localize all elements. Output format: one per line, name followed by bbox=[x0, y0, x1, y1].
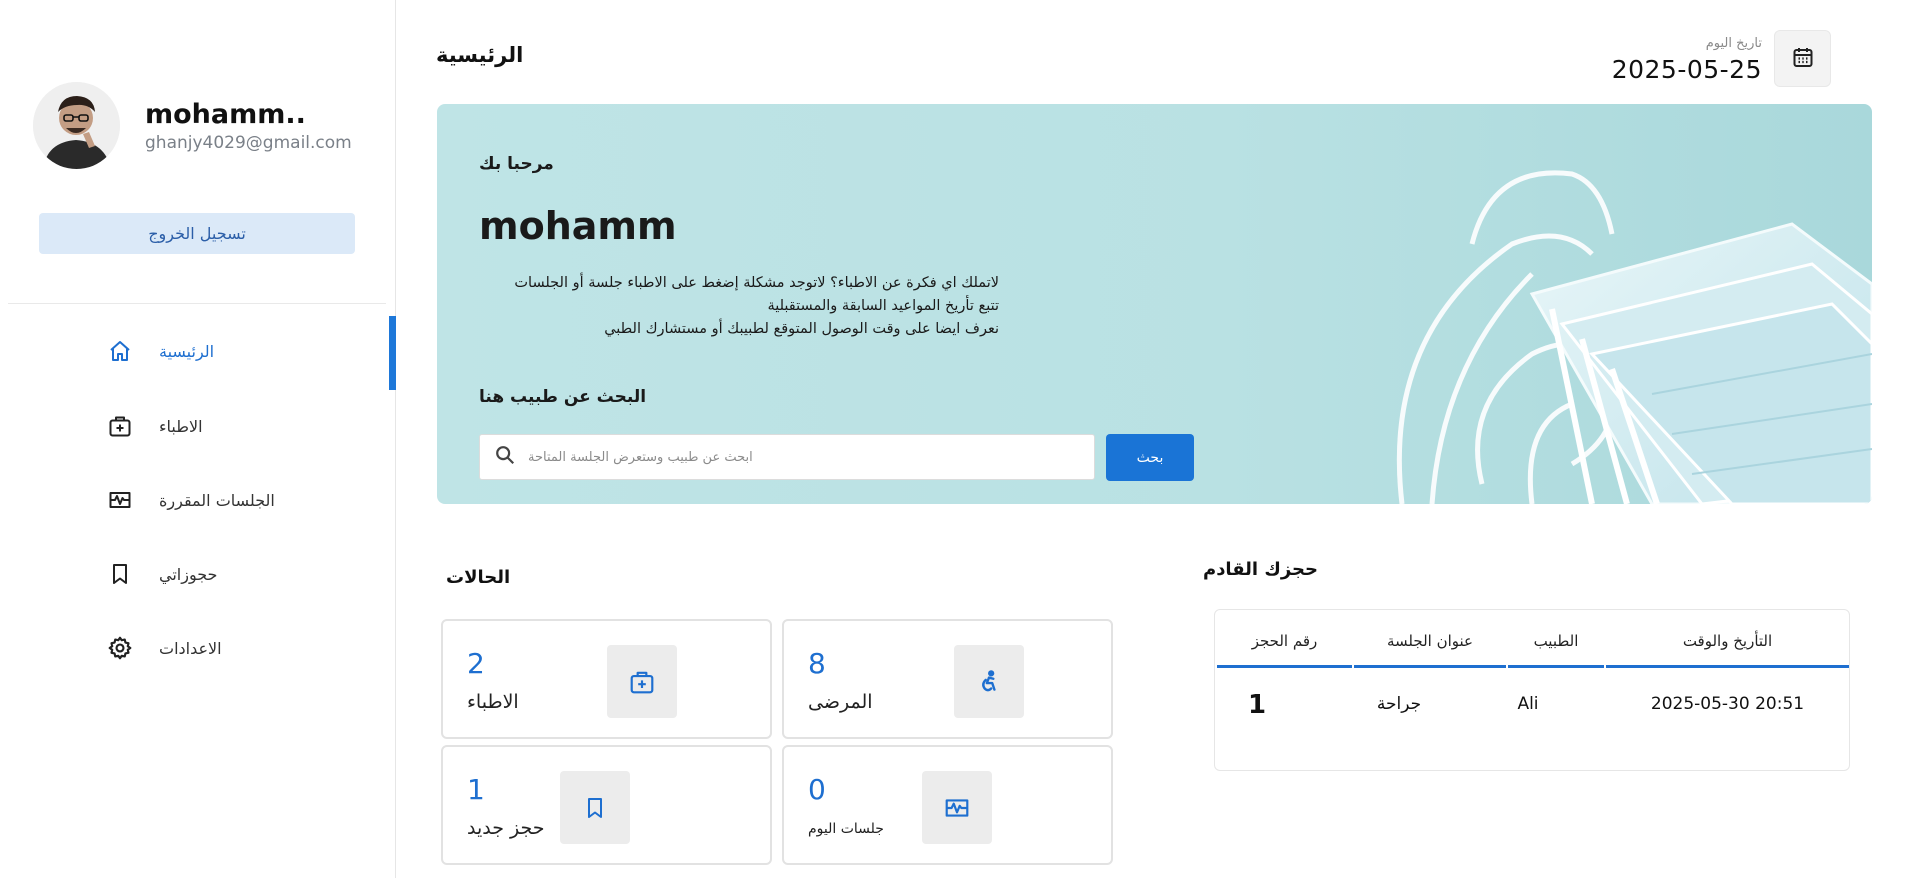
user-profile: mohamm.. ghanjy4029@gmail.com bbox=[33, 82, 352, 169]
booking-datetime: 2025-05-30 20:51 bbox=[1650, 694, 1805, 714]
column-header: الطبيب bbox=[1508, 622, 1604, 668]
search-title: البحث عن طبيب هنا bbox=[479, 387, 647, 407]
vital-signs-icon bbox=[105, 485, 135, 515]
sidebar-item-doctors[interactable]: الاطباء bbox=[105, 406, 203, 446]
description-line: لاتملك اي فكرة عن الاطباء؟ لاتوجد مشكلة … bbox=[514, 275, 999, 291]
stat-card-doctors[interactable]: 2 الاطباء bbox=[441, 619, 772, 739]
face-mask-illustration bbox=[1396, 170, 1872, 504]
stat-value: 8 bbox=[808, 647, 826, 680]
active-indicator bbox=[389, 316, 396, 390]
profile-email: ghanjy4029@gmail.com bbox=[145, 132, 352, 153]
session-title: جراحة bbox=[1376, 694, 1422, 714]
stat-value: 0 bbox=[808, 773, 826, 806]
sidebar-item-label: الاطباء bbox=[159, 416, 203, 436]
calendar-icon bbox=[1791, 45, 1815, 73]
next-booking-title: حجزك القادم bbox=[1203, 559, 1318, 580]
home-icon bbox=[105, 336, 135, 366]
search-input[interactable] bbox=[526, 436, 1094, 478]
stats-title: الحالات bbox=[446, 567, 511, 588]
today-date: تاريخ اليوم 2025-05-25 bbox=[1612, 36, 1762, 84]
doctor-name: Ali bbox=[1517, 694, 1539, 714]
stat-value: 2 bbox=[467, 647, 485, 680]
stat-card-new-booking[interactable]: 1 حجز جديد bbox=[441, 745, 772, 865]
search-icon bbox=[494, 444, 516, 470]
bookmark-icon bbox=[560, 771, 630, 844]
description-line: تتبع تأريخ المواعيد السابقة والمستقبلية bbox=[767, 298, 999, 314]
stat-label: حجز جديد bbox=[467, 817, 545, 839]
column-header: عنوان الجلسة bbox=[1354, 622, 1506, 668]
calendar-button[interactable] bbox=[1774, 30, 1831, 87]
sidebar-divider bbox=[8, 303, 386, 304]
search-box bbox=[479, 434, 1095, 480]
stat-label: الاطباء bbox=[467, 691, 519, 713]
sidebar-item-settings[interactable]: الاعدادات bbox=[105, 628, 222, 668]
sidebar: mohamm.. ghanjy4029@gmail.com تسجيل الخر… bbox=[0, 0, 396, 878]
stat-card-patients[interactable]: 8 المرضى bbox=[782, 619, 1113, 739]
sidebar-item-label: حجوزاتي bbox=[159, 564, 218, 584]
medical-bag-icon bbox=[607, 645, 677, 718]
profile-name: mohamm.. bbox=[145, 98, 306, 130]
stat-label: المرضى bbox=[808, 691, 873, 713]
sidebar-item-home[interactable]: الرئيسية bbox=[105, 331, 214, 371]
date-value: 2025-05-25 bbox=[1611, 55, 1762, 84]
sidebar-item-sessions[interactable]: الجلسات المقررة bbox=[105, 480, 275, 520]
welcome-banner: مرحبا بك mohamm لاتملك اي فكرة عن الاطبا… bbox=[437, 104, 1872, 504]
banner-description: لاتملك اي فكرة عن الاطباء؟ لاتوجد مشكلة … bbox=[479, 272, 999, 341]
page-title: الرئيسية bbox=[436, 43, 524, 67]
next-booking-table: رقم الحجز عنوان الجلسة الطبيب التأريخ وا… bbox=[1214, 609, 1850, 771]
accessible-icon bbox=[954, 645, 1024, 718]
vital-signs-icon bbox=[922, 771, 992, 844]
search-button[interactable]: بحث bbox=[1106, 434, 1194, 481]
avatar bbox=[33, 82, 120, 169]
stat-card-today-sessions[interactable]: 0 جلسات اليوم bbox=[782, 745, 1113, 865]
stat-value: 1 bbox=[467, 773, 485, 806]
booking-id: 1 bbox=[1247, 690, 1267, 720]
bookmark-icon bbox=[105, 559, 135, 589]
sidebar-item-label: الجلسات المقررة bbox=[159, 490, 275, 510]
banner-user-name: mohamm bbox=[479, 204, 677, 248]
column-header: التأريخ والوقت bbox=[1606, 622, 1849, 668]
welcome-text: مرحبا بك bbox=[479, 154, 554, 174]
date-label: تاريخ اليوم bbox=[1705, 36, 1762, 51]
description-line: نعرف ايضا على وقت الوصول المتوقع لطبيبك … bbox=[604, 321, 999, 337]
gear-icon bbox=[105, 633, 135, 663]
sidebar-item-label: الرئيسية bbox=[159, 341, 215, 361]
stat-label: جلسات اليوم bbox=[808, 821, 884, 837]
sidebar-item-bookings[interactable]: حجوزاتي bbox=[105, 554, 217, 594]
sidebar-item-label: الاعدادات bbox=[159, 638, 222, 658]
logout-button[interactable]: تسجيل الخروج bbox=[39, 213, 355, 254]
column-header: رقم الحجز bbox=[1217, 622, 1352, 668]
medical-bag-icon bbox=[105, 411, 135, 441]
